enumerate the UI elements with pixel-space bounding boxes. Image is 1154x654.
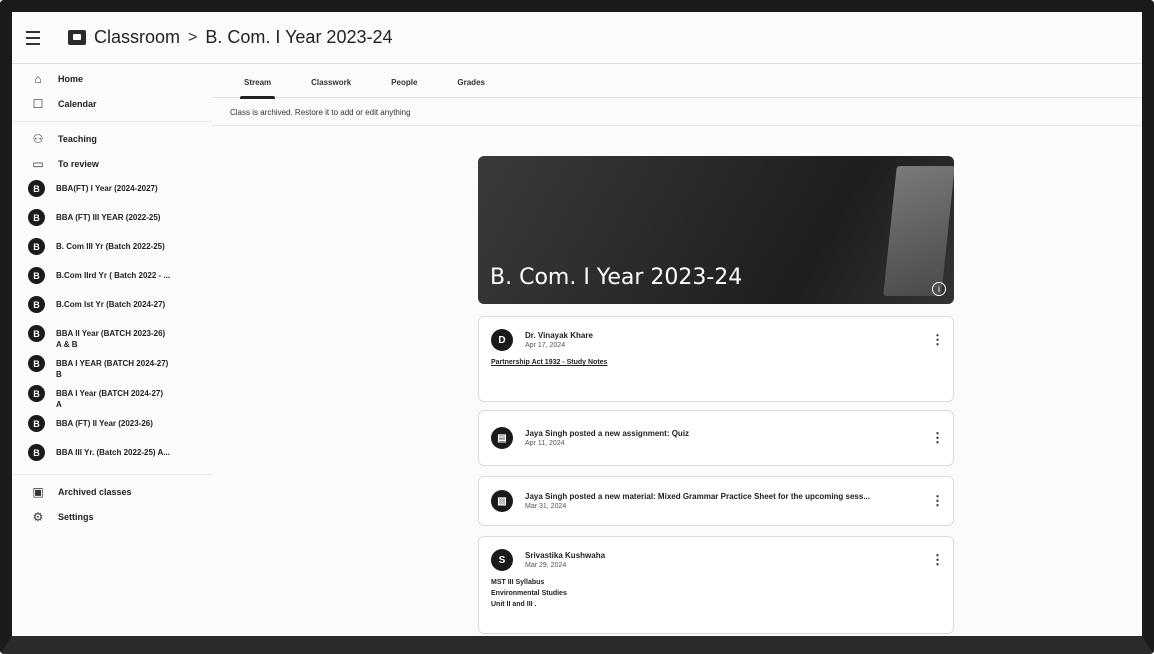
post-date: Mar 29, 2024 (525, 562, 567, 569)
archived-notice: Class is archived. Restore it to add or … (212, 98, 1142, 126)
class-title[interactable]: B. Com. I Year 2023-24 (205, 27, 392, 48)
class-avatar: B (28, 267, 45, 284)
folder-icon: ▭ (32, 157, 44, 171)
sidebar-item-label: Calendar (58, 99, 97, 109)
avatar: S (491, 549, 513, 571)
more-options-icon[interactable]: ⋮ (931, 333, 944, 346)
class-avatar: B (28, 325, 45, 342)
class-name: BBA I YEAR (BATCH 2024-27) B (56, 359, 169, 379)
sidebar-class-item[interactable]: B BBA II Year (BATCH 2023-26) A & B (12, 323, 212, 350)
class-avatar: B (28, 238, 45, 255)
sidebar-class-item[interactable]: B BBA I YEAR (BATCH 2024-27) B (12, 353, 212, 380)
post-body[interactable]: Partnership Act 1932 - Study Notes (479, 351, 953, 368)
post-author: Dr. Vinayak Khare (525, 331, 593, 340)
class-avatar: B (28, 355, 45, 372)
class-name: BBA III Yr. (Batch 2022-25) A... (56, 448, 170, 457)
info-icon[interactable]: i (932, 282, 946, 296)
sidebar-divider (12, 474, 212, 475)
post-date: Mar 31, 2024 (525, 503, 567, 510)
calendar-icon: ☐ (32, 97, 44, 111)
class-avatar: B (28, 209, 45, 226)
more-options-icon[interactable]: ⋮ (931, 494, 944, 507)
class-name: BBA I Year (BATCH 2024-27) A (56, 389, 163, 409)
sidebar-item-home[interactable]: ⌂ Home (12, 68, 212, 90)
sidebar-item-teaching[interactable]: ⚇ Teaching (12, 128, 212, 150)
banner-title: B. Com. I Year 2023-24 (490, 265, 743, 290)
sidebar-item-to-review[interactable]: ▭ To review (12, 153, 212, 175)
sidebar-item-label: Settings (58, 512, 94, 522)
post-date: Apr 17, 2024 (525, 342, 566, 349)
assignment-icon: ▤ (491, 427, 513, 449)
stream-post[interactable]: S Srivastika Kushwaha Mar 29, 2024 ⋮ MST… (478, 536, 954, 634)
breadcrumb-separator-icon: > (188, 28, 198, 46)
post-body-line: MST III Syllabus (491, 579, 545, 586)
class-avatar: B (28, 296, 45, 313)
class-name: B.Com Ist Yr (Batch 2024-27) (56, 300, 166, 309)
sidebar-class-item[interactable]: B B.Com Ist Yr (Batch 2024-27) (12, 294, 212, 320)
class-name: BBA II Year (BATCH 2023-26) A & B (56, 329, 166, 349)
banner-illustration (883, 166, 954, 296)
app-name[interactable]: Classroom (94, 27, 180, 48)
class-name: BBA(FT) I Year (2024-2027) (56, 184, 158, 193)
sidebar-divider (12, 121, 212, 122)
class-name: B. Com III Yr (Batch 2022-25) (56, 242, 165, 251)
tab-stream[interactable]: Stream (239, 68, 276, 99)
people-icon: ⚇ (32, 132, 44, 146)
sidebar-item-label: Archived classes (58, 487, 132, 497)
tab-people[interactable]: People (391, 68, 417, 98)
stream-post[interactable]: ▧ Jaya Singh posted a new material: Mixe… (478, 476, 954, 526)
class-name: B.Com IIrd Yr ( Batch 2022 - ... (56, 271, 171, 280)
classroom-logo-icon[interactable] (68, 30, 86, 45)
archive-icon: ▣ (32, 485, 44, 499)
sidebar-class-item[interactable]: B B.Com IIrd Yr ( Batch 2022 - ... (12, 265, 212, 291)
post-author: Srivastika Kushwaha (525, 551, 606, 560)
gear-icon: ⚙ (32, 510, 44, 524)
sidebar-item-label: Teaching (58, 134, 97, 144)
tab-classwork[interactable]: Classwork (311, 68, 351, 98)
more-options-icon[interactable]: ⋮ (931, 431, 944, 444)
post-body-line: Unit II and III . (491, 601, 537, 608)
avatar: D (491, 329, 513, 351)
class-avatar: B (28, 415, 45, 432)
tab-grades[interactable]: Grades (457, 68, 485, 98)
home-icon: ⌂ (34, 72, 42, 86)
main-menu-icon[interactable] (26, 26, 50, 50)
main-content: Stream Classwork People Grades Class is … (212, 68, 1142, 636)
post-date: Apr 11, 2024 (525, 440, 565, 447)
sidebar-item-label: To review (58, 159, 99, 169)
sidebar-class-item[interactable]: B BBA (FT) III YEAR (2022-25) (12, 207, 212, 233)
class-name: BBA (FT) III YEAR (2022-25) (56, 213, 161, 222)
more-options-icon[interactable]: ⋮ (931, 553, 944, 566)
tab-bar: Stream Classwork People Grades (212, 68, 1142, 99)
sidebar-class-item[interactable]: B BBA I Year (BATCH 2024-27) A (12, 383, 212, 410)
sidebar-class-item[interactable]: B B. Com III Yr (Batch 2022-25) (12, 236, 212, 262)
class-name: BBA (FT) II Year (2023-26) (56, 419, 153, 428)
post-body: MST III Syllabus Environmental Studies U… (479, 571, 953, 610)
class-list: B BBA(FT) I Year (2024-2027) B BBA (FT) III… (12, 178, 212, 468)
material-icon: ▧ (491, 490, 513, 512)
sidebar-item-label: Home (58, 74, 84, 84)
sidebar-item-calendar[interactable]: ☐ Calendar (12, 93, 212, 115)
class-avatar: B (28, 180, 45, 197)
sidebar-class-item[interactable]: B BBA III Yr. (Batch 2022-25) A... (12, 442, 212, 468)
sidebar-item-archived-classes[interactable]: ▣ Archived classes (12, 481, 212, 503)
sidebar-class-item[interactable]: B BBA (FT) II Year (2023-26) (12, 413, 212, 439)
top-bar: Classroom > B. Com. I Year 2023-24 (12, 12, 1142, 64)
sidebar-item-settings[interactable]: ⚙ Settings (12, 506, 212, 528)
post-author: Jaya Singh posted a new material: Mixed … (525, 492, 870, 501)
stream-post[interactable]: D Dr. Vinayak Khare Apr 17, 2024 ⋮ Partn… (478, 316, 954, 402)
stream-post[interactable]: ▤ Jaya Singh posted a new assignment: Qu… (478, 410, 954, 466)
class-avatar: B (28, 385, 45, 402)
post-author: Jaya Singh posted a new assignment: Quiz (525, 429, 690, 438)
classroom-window: Classroom > B. Com. I Year 2023-24 ⌂ Hom… (12, 12, 1142, 636)
sidebar-class-item[interactable]: B BBA(FT) I Year (2024-2027) (12, 178, 212, 204)
class-banner: B. Com. I Year 2023-24 i (478, 156, 954, 304)
class-avatar: B (28, 444, 45, 461)
post-body-line: Environmental Studies (491, 590, 567, 597)
sidebar: ⌂ Home ☐ Calendar ⚇ Teaching ▭ To review… (12, 68, 212, 636)
